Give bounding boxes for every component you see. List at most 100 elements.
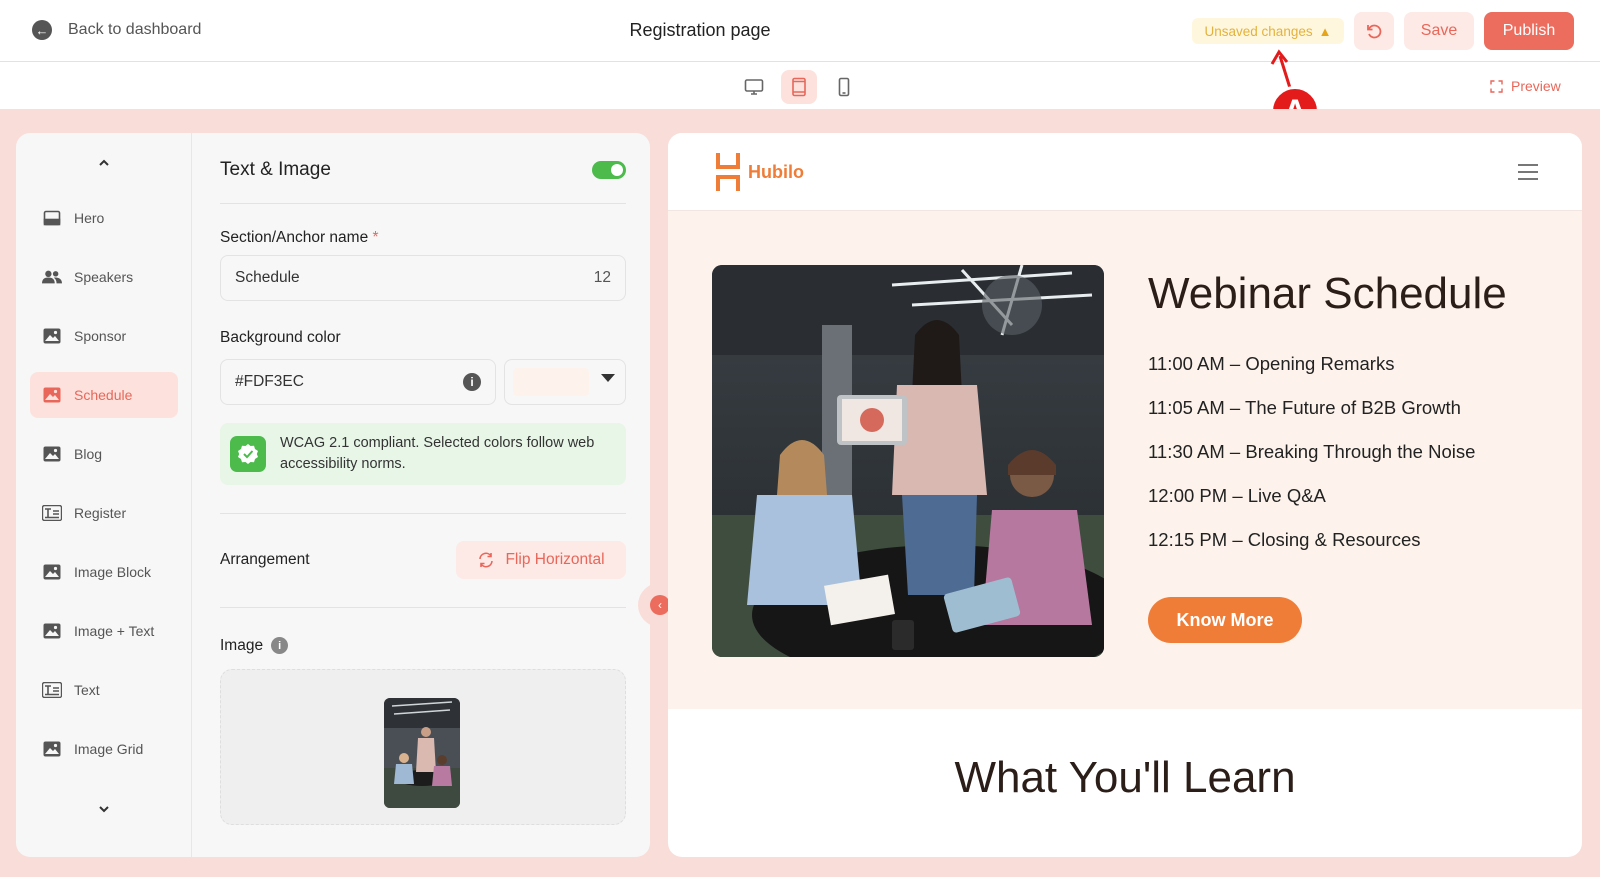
preview-button[interactable]: Preview xyxy=(1490,78,1561,94)
flip-label: Flip Horizontal xyxy=(505,551,605,568)
nav-scroll-down-button[interactable] xyxy=(16,801,192,819)
sidebar-item-sponsor[interactable]: Sponsor xyxy=(30,313,178,359)
image-upload-area[interactable] xyxy=(220,669,626,825)
image-thumbnail xyxy=(384,698,460,808)
image-icon xyxy=(42,563,62,581)
wcag-notice: WCAG 2.1 compliant. Selected colors foll… xyxy=(220,423,626,485)
sidebar-item-label: Speakers xyxy=(74,269,134,285)
annotation-arrow xyxy=(1270,49,1292,89)
sidebar-item-label: Text xyxy=(74,682,100,698)
divider xyxy=(220,607,626,608)
expand-icon xyxy=(1490,79,1503,93)
schedule-item: 12:00 PM – Live Q&A xyxy=(1148,485,1326,506)
nav-scroll-up-button[interactable] xyxy=(16,155,192,173)
sidebar-item-schedule[interactable]: Schedule xyxy=(30,372,178,418)
hubilo-logo-icon xyxy=(716,153,740,191)
chevron-left-icon: ‹ xyxy=(650,595,670,615)
know-more-button[interactable]: Know More xyxy=(1148,597,1302,643)
page-title: Registration page xyxy=(629,20,771,40)
sidebar-item-label: Blog xyxy=(74,446,103,462)
divider xyxy=(220,203,626,204)
sidebar-item-hero[interactable]: Hero xyxy=(30,195,178,241)
sidebar-item-label: Schedule xyxy=(74,387,133,403)
anchor-name-label-text: Section/Anchor name xyxy=(220,229,369,246)
tablet-icon xyxy=(792,77,806,97)
color-swatch xyxy=(513,368,589,396)
bg-color-input[interactable]: #FDF3EC i xyxy=(220,359,496,405)
anchor-name-label: Section/Anchor name * xyxy=(220,229,379,247)
schedule-section: Webinar Schedule 11:00 AM – Opening Rema… xyxy=(668,211,1582,709)
text-icon xyxy=(42,681,62,699)
sidebar-item-register[interactable]: Register xyxy=(30,490,178,536)
schedule-item: 11:30 AM – Breaking Through the Noise xyxy=(1148,441,1476,462)
sidebar-item-text[interactable]: Text xyxy=(30,667,178,713)
top-bar: ← Back to dashboard Registration page Un… xyxy=(0,0,1600,62)
layout-icon xyxy=(42,209,62,227)
site-preview: Hubilo Webinar Schedule 11:00 AM – Openi… xyxy=(668,133,1582,857)
schedule-item: 12:15 PM – Closing & Resources xyxy=(1148,529,1421,550)
bg-color-value: #FDF3EC xyxy=(235,373,304,390)
section-enabled-toggle[interactable] xyxy=(592,161,626,179)
preview-label: Preview xyxy=(1511,78,1561,94)
desktop-view-button[interactable] xyxy=(736,70,772,104)
sidebar-item-label: Image Grid xyxy=(74,741,144,757)
info-icon[interactable]: i xyxy=(463,373,481,391)
publish-button[interactable]: Publish xyxy=(1484,12,1574,50)
divider xyxy=(220,513,626,514)
sidebar-item-label: Image Block xyxy=(74,564,152,580)
unsaved-label: Unsaved changes xyxy=(1204,23,1313,39)
section-title: Text & Image xyxy=(220,159,331,180)
flip-horizontal-button[interactable]: Flip Horizontal xyxy=(456,541,626,579)
image-icon xyxy=(42,740,62,758)
hamburger-menu-icon[interactable] xyxy=(1518,164,1538,185)
sidebar-item-image-text[interactable]: Image + Text xyxy=(30,608,178,654)
text-icon xyxy=(42,504,62,522)
desktop-icon xyxy=(744,79,764,95)
tablet-view-button[interactable] xyxy=(781,70,817,104)
mobile-view-button[interactable] xyxy=(826,70,862,104)
workspace: Hero Speakers Sponsor Schedule Blog Regi… xyxy=(0,109,1600,877)
warning-icon: ▲ xyxy=(1318,23,1332,39)
sidebar-item-label: Register xyxy=(74,505,127,521)
sidebar-item-speakers[interactable]: Speakers xyxy=(30,254,178,300)
image-icon xyxy=(42,445,62,463)
schedule-title: Webinar Schedule xyxy=(1148,269,1507,318)
site-logo: Hubilo xyxy=(716,153,804,191)
chevron-up-icon xyxy=(99,159,109,166)
schedule-item: 11:05 AM – The Future of B2B Growth xyxy=(1148,397,1461,418)
image-icon xyxy=(42,622,62,640)
section-nav: Hero Speakers Sponsor Schedule Blog Regi… xyxy=(16,133,192,857)
save-button[interactable]: Save xyxy=(1404,12,1474,50)
section-settings: Text & Image Section/Anchor name * Sched… xyxy=(220,133,626,857)
unsaved-changes-badge: Unsaved changes ▲ xyxy=(1192,18,1344,44)
mobile-icon xyxy=(838,77,850,97)
undo-button[interactable] xyxy=(1354,12,1394,50)
people-icon xyxy=(42,268,62,286)
sidebar-item-label: Hero xyxy=(74,210,105,226)
info-icon[interactable]: i xyxy=(271,637,289,655)
sidebar-item-image-block[interactable]: Image Block xyxy=(30,549,178,595)
sidebar-item-label: Sponsor xyxy=(74,328,127,344)
wcag-text: WCAG 2.1 compliant. Selected colors foll… xyxy=(280,434,595,472)
undo-icon xyxy=(1367,24,1382,39)
verified-badge-icon xyxy=(230,436,266,472)
required-mark: * xyxy=(372,229,379,246)
character-counter: 12 xyxy=(593,269,611,286)
sidebar-item-label: Image + Text xyxy=(74,623,155,639)
chevron-down-icon xyxy=(99,806,109,813)
device-bar: Preview xyxy=(0,63,1600,109)
logo-text: Hubilo xyxy=(748,161,804,182)
bg-color-label: Background color xyxy=(220,329,341,346)
image-icon xyxy=(42,386,62,404)
image-label-text: Image xyxy=(220,637,264,654)
color-swatch-select[interactable] xyxy=(504,359,626,405)
flip-icon xyxy=(479,552,494,568)
anchor-name-input[interactable]: Schedule 12 xyxy=(220,255,626,301)
editor-panel: Hero Speakers Sponsor Schedule Blog Regi… xyxy=(16,133,650,857)
arrangement-label: Arrangement xyxy=(220,551,310,568)
schedule-item: 11:00 AM – Opening Remarks xyxy=(1148,353,1395,374)
sidebar-item-blog[interactable]: Blog xyxy=(30,431,178,477)
image-label: Image i xyxy=(220,637,289,655)
sidebar-item-image-grid[interactable]: Image Grid xyxy=(30,726,178,772)
site-header: Hubilo xyxy=(668,133,1582,211)
